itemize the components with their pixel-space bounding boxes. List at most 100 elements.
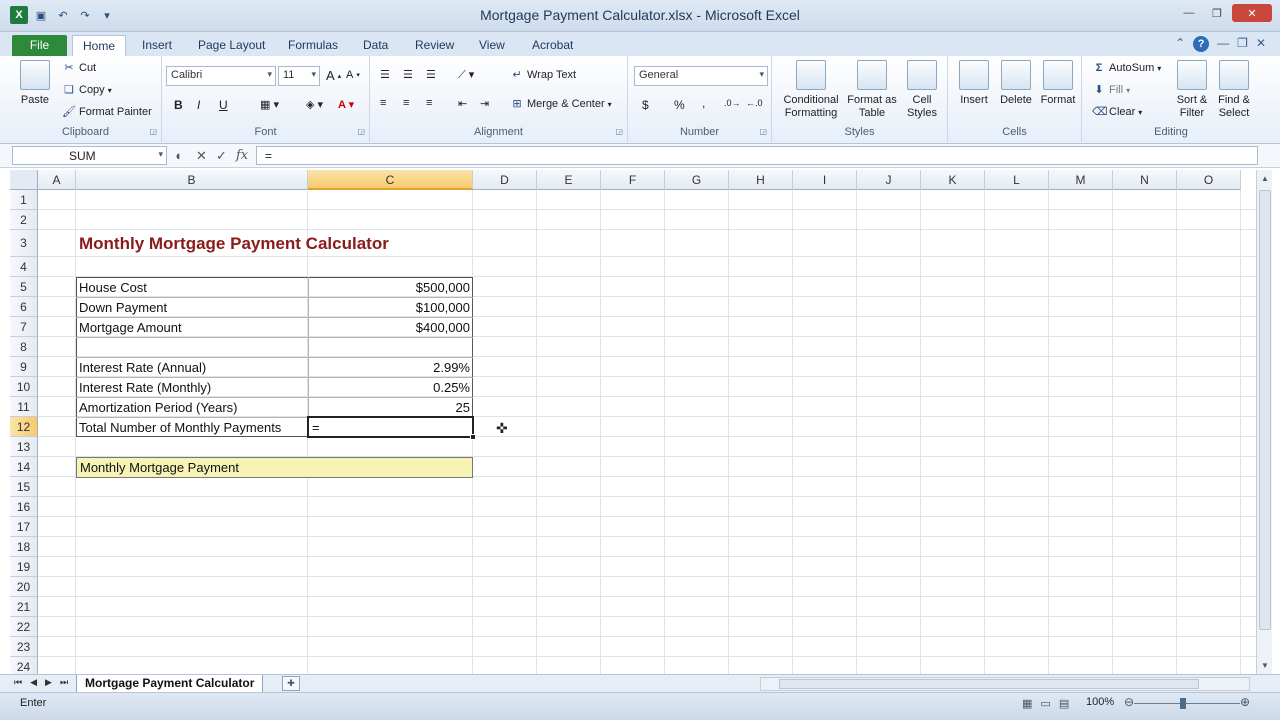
active-cell-c12[interactable]: = [307,416,476,440]
normal-view-icon[interactable]: ▦ [1022,697,1032,710]
table-row-value[interactable]: $100,000 [308,297,473,317]
column-header-f[interactable]: F [601,170,665,190]
table-row-label[interactable] [76,337,308,357]
font-color-icon[interactable]: A ▾ [338,98,354,111]
sort-filter-button[interactable]: Sort & Filter [1174,60,1210,120]
cell-styles-button[interactable]: Cell Styles [900,60,944,120]
maximize-icon[interactable]: ❐ [1204,4,1230,22]
horizontal-scrollbar[interactable] [760,677,1250,691]
column-header-i[interactable]: I [793,170,857,190]
tab-data[interactable]: Data [357,35,394,56]
tab-acrobat[interactable]: Acrobat [526,35,579,56]
column-header-m[interactable]: M [1049,170,1113,190]
grow-font-icon[interactable]: A ▴ [326,68,341,83]
help-icon[interactable]: ? [1193,36,1210,52]
merge-center-button[interactable]: ⊞ Merge & Center ▾ [510,97,611,111]
last-sheet-icon[interactable]: ⏭ [60,677,68,688]
alignment-launcher-icon[interactable]: ◲ [615,127,623,136]
increase-indent-icon[interactable]: ⇥ [480,97,489,110]
scroll-down-icon[interactable]: ▼ [1257,661,1273,670]
insert-cells-button[interactable]: Insert [954,60,994,107]
row-header-8[interactable]: 8 [10,337,38,357]
fill-handle[interactable] [470,434,476,440]
number-launcher-icon[interactable]: ◲ [759,127,767,136]
row-header-23[interactable]: 23 [10,637,38,657]
insert-sheet-icon[interactable]: ✚ [282,676,300,691]
align-middle-icon[interactable]: ☰ [403,68,413,81]
fill-button[interactable]: ⬇ Fill ▾ [1092,83,1130,97]
vertical-scrollbar[interactable]: ▲ ▼ [1256,170,1272,674]
minimize-ribbon-icon[interactable]: ⌃ [1175,36,1185,52]
table-row-label[interactable]: Down Payment [76,297,308,317]
prev-sheet-icon[interactable]: ◀ [30,677,37,688]
borders-icon[interactable]: ▦ ▾ [260,98,279,111]
first-sheet-icon[interactable]: ⏮ [14,677,22,688]
column-header-o[interactable]: O [1177,170,1241,190]
tab-insert[interactable]: Insert [136,35,178,56]
currency-button[interactable]: $ [642,98,649,112]
row-header-13[interactable]: 13 [10,437,38,457]
align-right-icon[interactable]: ≡ [426,97,432,109]
decrease-indent-icon[interactable]: ⇤ [458,97,467,110]
sheet-tab-mortgage[interactable]: Mortgage Payment Calculator [76,675,264,693]
table-row-label[interactable]: Amortization Period (Years) [76,397,308,417]
doc-restore-icon[interactable]: ❐ [1237,36,1248,52]
row-header-18[interactable]: 18 [10,537,38,557]
font-size-select[interactable]: 11 [278,66,320,86]
increase-decimal-icon[interactable]: .0→ [724,98,741,108]
zoom-level[interactable]: 100% [1086,696,1114,708]
tab-page-layout[interactable]: Page Layout [192,35,271,56]
name-box[interactable]: SUM [12,146,167,165]
fill-color-icon[interactable]: ◈ ▾ [306,98,323,111]
select-all-corner[interactable] [10,170,38,190]
decrease-decimal-icon[interactable]: ←.0 [746,98,763,108]
resize-handle-icon[interactable]: ◖ [174,148,182,163]
confirm-entry-icon[interactable]: ✓ [216,148,227,164]
doc-minimize-icon[interactable]: — [1217,36,1229,52]
tab-view[interactable]: View [473,35,511,56]
row-header-7[interactable]: 7 [10,317,38,337]
column-header-k[interactable]: K [921,170,985,190]
zoom-in-icon[interactable]: ⊕ [1240,695,1250,709]
table-row-value[interactable]: 2.99% [308,357,473,377]
row-header-2[interactable]: 2 [10,210,38,230]
vertical-scroll-thumb[interactable] [1259,190,1271,630]
row-header-16[interactable]: 16 [10,497,38,517]
italic-button[interactable]: I [197,98,200,112]
row-header-3[interactable]: 3 [10,230,38,257]
table-row-label[interactable]: Total Number of Monthly Payments [76,417,308,437]
column-header-g[interactable]: G [665,170,729,190]
row-header-19[interactable]: 19 [10,557,38,577]
format-as-table-button[interactable]: Format as Table [846,60,898,120]
column-header-n[interactable]: N [1113,170,1177,190]
page-break-view-icon[interactable]: ▤ [1059,697,1069,710]
column-header-c[interactable]: C [308,170,473,190]
row-header-12[interactable]: 12 [10,417,38,437]
row-header-24[interactable]: 24 [10,657,38,674]
table-row-label[interactable]: Interest Rate (Monthly) [76,377,308,397]
zoom-knob[interactable] [1180,698,1186,709]
table-row-value[interactable]: 0.25% [308,377,473,397]
cut-button[interactable]: ✂ Cut [62,61,96,75]
copy-button[interactable]: ❏ Copy ▾ [62,83,112,97]
column-header-d[interactable]: D [473,170,537,190]
conditional-formatting-button[interactable]: Conditional Formatting [778,60,844,120]
scroll-up-icon[interactable]: ▲ [1257,174,1273,183]
row-header-14[interactable]: 14 [10,457,38,477]
insert-function-icon[interactable]: fx [236,148,248,163]
row-header-15[interactable]: 15 [10,477,38,497]
minimize-icon[interactable]: — [1176,4,1202,22]
cancel-entry-icon[interactable]: ✕ [196,148,207,164]
clipboard-launcher-icon[interactable]: ◲ [149,127,157,136]
font-launcher-icon[interactable]: ◲ [357,127,365,136]
column-header-j[interactable]: J [857,170,921,190]
column-header-a[interactable]: A [38,170,76,190]
bold-button[interactable]: B [174,98,183,112]
delete-cells-button[interactable]: Delete [996,60,1036,107]
paste-button[interactable]: Paste [18,60,52,107]
column-header-e[interactable]: E [537,170,601,190]
align-center-icon[interactable]: ≡ [403,97,409,109]
column-header-b[interactable]: B [76,170,308,190]
tab-home[interactable]: Home [72,35,126,56]
close-icon[interactable]: ✕ [1232,4,1272,22]
